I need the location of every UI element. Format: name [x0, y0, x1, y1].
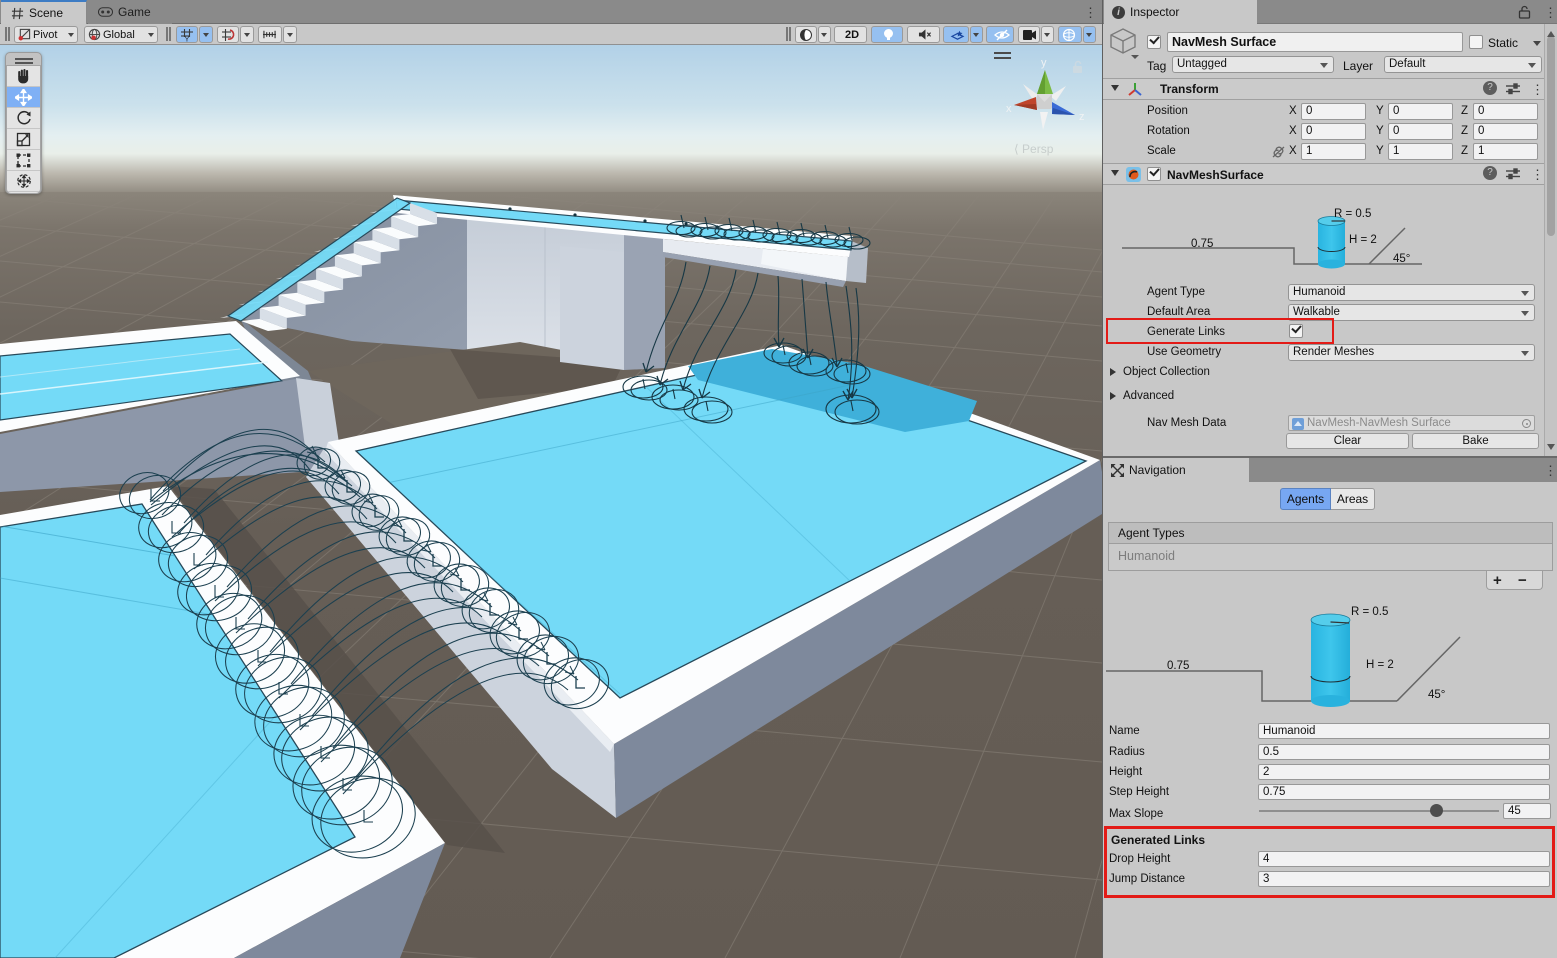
svg-text:45°: 45°: [1393, 253, 1410, 265]
svg-text:H = 2: H = 2: [1366, 659, 1394, 671]
svg-text:R = 0.5: R = 0.5: [1351, 606, 1388, 618]
svg-text:y: y: [1041, 57, 1047, 69]
svg-text:0.75: 0.75: [1191, 238, 1213, 250]
svg-text:Y: Y: [185, 36, 190, 42]
svg-text:45°: 45°: [1428, 689, 1445, 701]
svg-text:R = 0.5: R = 0.5: [1334, 208, 1371, 220]
svg-text:x: x: [1006, 103, 1012, 115]
svg-text:0.75: 0.75: [1167, 660, 1189, 672]
svg-text:z: z: [1079, 111, 1085, 123]
svg-text:H = 2: H = 2: [1349, 234, 1377, 246]
